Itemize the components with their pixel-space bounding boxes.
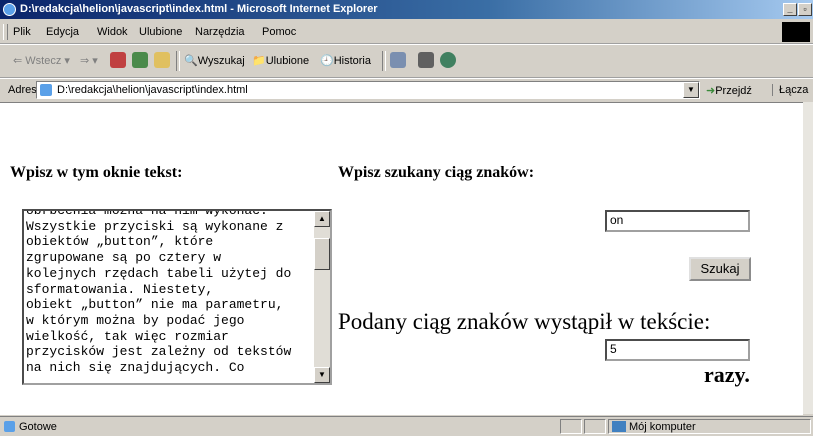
home-icon[interactable] <box>154 52 170 68</box>
menu-widok[interactable]: Widok <box>97 26 128 38</box>
address-dropdown-icon[interactable]: ▼ <box>683 82 699 98</box>
status-cell <box>560 419 582 434</box>
minimize-button[interactable]: _ <box>783 3 797 16</box>
search-input-value: on <box>610 213 624 227</box>
ie-status-icon <box>4 421 15 432</box>
forward-button[interactable]: ⇒ ▾ <box>80 54 98 67</box>
menu-ulubione[interactable]: Ulubione <box>139 26 182 38</box>
right-heading: Wpisz szukany ciąg znaków: <box>338 164 535 181</box>
address-bar: Adres D:\redakcja\helion\javascript\inde… <box>0 78 813 101</box>
address-input[interactable]: D:\redakcja\helion\javascript\index.html… <box>36 81 700 99</box>
text-area-scrollbar[interactable]: ▲ ▼ <box>314 211 330 383</box>
menu-bar: Plik Edycja Widok Ulubione Narzędzia Pom… <box>0 21 813 44</box>
text-area-content: obrbcenia można na nim wykonac. Wszystki… <box>26 209 292 376</box>
go-label: Przejdź <box>715 85 752 97</box>
menu-grip <box>3 24 8 40</box>
menu-edycja[interactable]: Edycja <box>46 26 79 38</box>
scroll-down-icon[interactable]: ▼ <box>314 367 330 383</box>
status-text: Gotowe <box>19 421 57 433</box>
status-cell <box>584 419 606 434</box>
szukaj-button[interactable]: Szukaj <box>689 257 751 281</box>
menu-narzedzia[interactable]: Narzędzia <box>195 26 245 38</box>
ie-icon <box>3 3 16 16</box>
text-area[interactable]: obrbcenia można na nim wykonac. Wszystki… <box>22 209 332 385</box>
status-zone: Mój komputer <box>608 419 811 434</box>
favorites-button[interactable]: 📁Ulubione <box>252 54 309 67</box>
address-url: D:\redakcja\helion\javascript\index.html <box>57 84 248 96</box>
toolbar-separator <box>382 51 386 71</box>
scroll-up-icon[interactable]: ▲ <box>314 211 330 227</box>
title-bar: D:\redakcja\helion\javascript\index.html… <box>0 0 813 19</box>
back-label: Wstecz <box>25 55 62 67</box>
scroll-thumb[interactable] <box>314 238 330 270</box>
mail-icon[interactable] <box>390 52 406 68</box>
back-button[interactable]: ⇐ Wstecz ▾ <box>13 54 70 67</box>
messenger-icon[interactable] <box>440 52 456 68</box>
page-scrollbar[interactable] <box>803 102 813 414</box>
left-heading: Wpisz w tym oknie tekst: <box>10 164 183 181</box>
window-title: D:\redakcja\helion\javascript\index.html… <box>20 3 378 15</box>
toolbar-separator <box>176 51 180 71</box>
refresh-icon[interactable] <box>132 52 148 68</box>
go-button[interactable]: ➜Przejdź <box>706 84 752 97</box>
history-label: Historia <box>333 55 371 67</box>
links-button[interactable]: Łącza <box>772 84 808 96</box>
status-zone-label: Mój komputer <box>629 421 696 433</box>
search-button[interactable]: 🔍Wyszukaj <box>184 54 245 67</box>
page-icon <box>40 84 52 96</box>
page-content: Wpisz w tym oknie tekst: Wpisz szukany c… <box>0 102 803 415</box>
menu-plik[interactable]: Plik <box>13 26 31 38</box>
menu-pomoc[interactable]: Pomoc <box>262 26 296 38</box>
stop-icon[interactable] <box>110 52 126 68</box>
search-input[interactable]: on <box>605 210 750 232</box>
computer-icon <box>612 421 626 432</box>
times-label: razy. <box>704 362 750 387</box>
ie-throbber <box>782 22 810 42</box>
result-count-field[interactable]: 5 <box>605 339 750 361</box>
result-count-value: 5 <box>610 342 617 356</box>
favorites-label: Ulubione <box>265 55 310 67</box>
maximize-button[interactable]: ▫ <box>798 3 812 16</box>
result-label: Podany ciąg znaków wystąpił w tekście: <box>338 309 711 334</box>
search-label: Wyszukaj <box>197 55 245 67</box>
history-button[interactable]: 🕘Historia <box>320 54 371 67</box>
toolbar: ⇐ Wstecz ▾ ⇒ ▾ 🔍Wyszukaj 📁Ulubione 🕘Hist… <box>0 44 813 78</box>
address-label: Adres <box>8 84 37 96</box>
status-bar: Gotowe Mój komputer <box>0 416 813 436</box>
print-icon[interactable] <box>418 52 434 68</box>
